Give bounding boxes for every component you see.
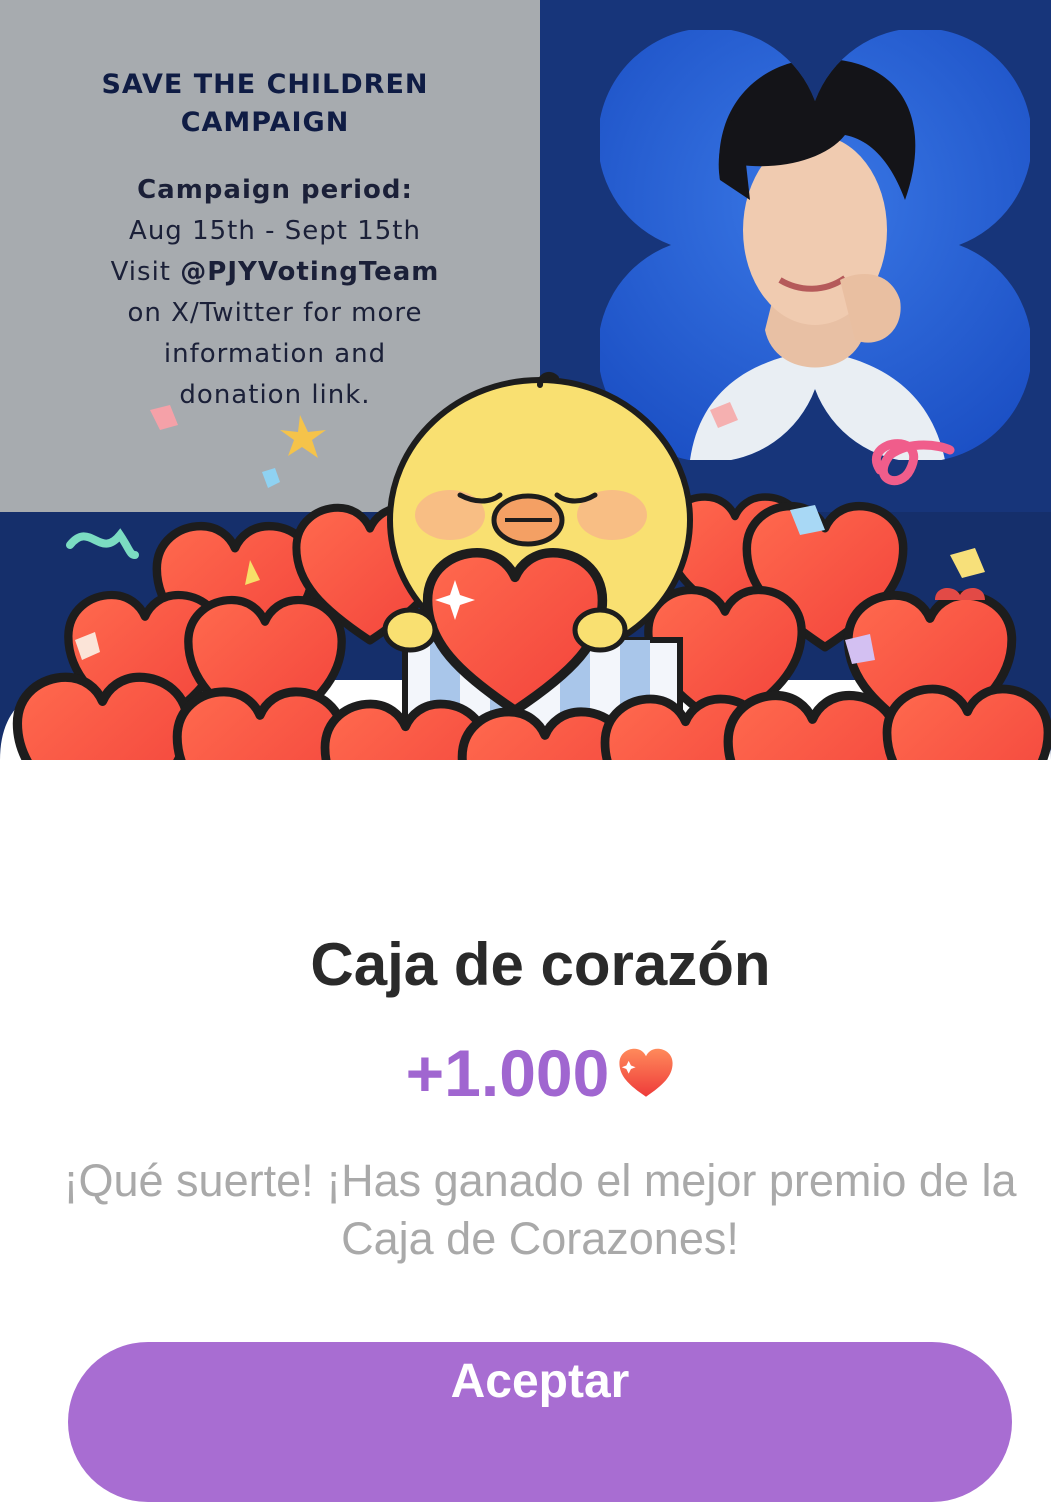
reward-message: ¡Qué suerte! ¡Has ganado el mejor premio… xyxy=(63,1155,1017,1264)
heart-icon xyxy=(619,1048,673,1097)
reward-title: Caja de corazón xyxy=(310,931,771,998)
reward-amount: +1.000 xyxy=(405,1036,610,1110)
reward-amount-row: +1.000 xyxy=(0,1035,1051,1111)
accept-button[interactable]: Aceptar xyxy=(68,1342,1012,1502)
